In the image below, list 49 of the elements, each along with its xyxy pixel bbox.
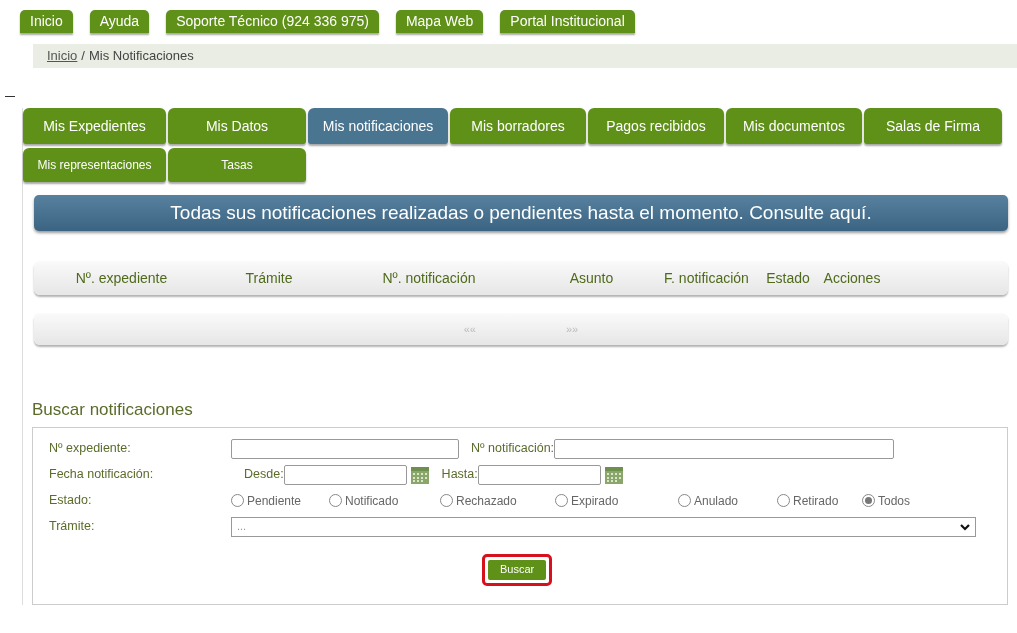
search-button[interactable]: Buscar <box>488 559 547 580</box>
field-label: Fecha notificación: <box>49 466 155 484</box>
calendar-icon[interactable] <box>603 464 624 485</box>
breadcrumb-current: Mis Notificaciones <box>89 48 194 63</box>
calendar-icon[interactable] <box>409 464 430 485</box>
expediente-field[interactable] <box>231 438 459 459</box>
radio-option[interactable]: Notificado <box>329 491 440 510</box>
column-header: Trámite <box>244 268 294 288</box>
radio-option[interactable]: Rechazado <box>440 491 555 510</box>
chevron-down-icon <box>960 522 970 531</box>
field-label: Desde: <box>244 466 284 484</box>
column-header: Acciones <box>822 268 882 288</box>
section-title: Buscar notificaciones <box>32 399 194 421</box>
tab[interactable]: Mis borradores <box>450 108 586 144</box>
column-header: Nº. expediente <box>74 268 169 288</box>
column-header: Estado <box>765 268 811 288</box>
field-label: Hasta: <box>441 466 478 484</box>
nav-link[interactable]: Mapa Web <box>395 10 484 33</box>
banner: Todas sus notificaciones realizadas o pendientes hasta el momento. Consulte aquí. <box>34 195 1008 231</box>
radio-option[interactable]: Expirado <box>555 491 678 510</box>
tramite-select[interactable]: ... <box>231 516 976 537</box>
field-label: Estado: <box>49 492 93 510</box>
tab[interactable]: Mis Datos <box>168 108 306 144</box>
column-header: Asunto <box>568 268 615 288</box>
tab[interactable]: Mis notificaciones <box>308 108 448 144</box>
date-field[interactable] <box>283 464 407 485</box>
tab[interactable]: Salas de Firma <box>864 108 1002 144</box>
date-field[interactable] <box>477 464 601 485</box>
nav-link[interactable]: Inicio <box>20 10 73 33</box>
radio-option[interactable]: Pendiente <box>231 491 329 510</box>
tab[interactable]: Pagos recibidos <box>588 108 724 144</box>
radio-option[interactable]: Todos <box>862 491 932 510</box>
column-header: Nº. notificación <box>381 268 477 288</box>
nav-link[interactable]: Soporte Técnico (924 336 975) <box>166 10 379 33</box>
nav-link[interactable]: Ayuda <box>89 10 150 33</box>
breadcrumb-link[interactable]: Inicio <box>47 48 78 63</box>
breadcrumb-separator: / <box>81 48 85 63</box>
radio-option[interactable]: Anulado <box>678 491 777 510</box>
nav-link[interactable]: Portal Institucional <box>500 10 635 33</box>
radio-option[interactable]: Retirado <box>777 491 862 510</box>
tab[interactable]: Tasas <box>168 148 306 182</box>
field-label: Trámite: <box>49 518 96 536</box>
tab[interactable]: Mis Expedientes <box>23 108 166 144</box>
column-header: F. notificación <box>663 268 750 288</box>
notificacion-field[interactable] <box>554 438 895 459</box>
field-label: Nº notificación: <box>471 440 555 458</box>
tab[interactable]: Mis documentos <box>726 108 862 144</box>
field-label: Nº expediente: <box>49 440 132 458</box>
tab[interactable]: Mis representaciones <box>23 148 166 182</box>
